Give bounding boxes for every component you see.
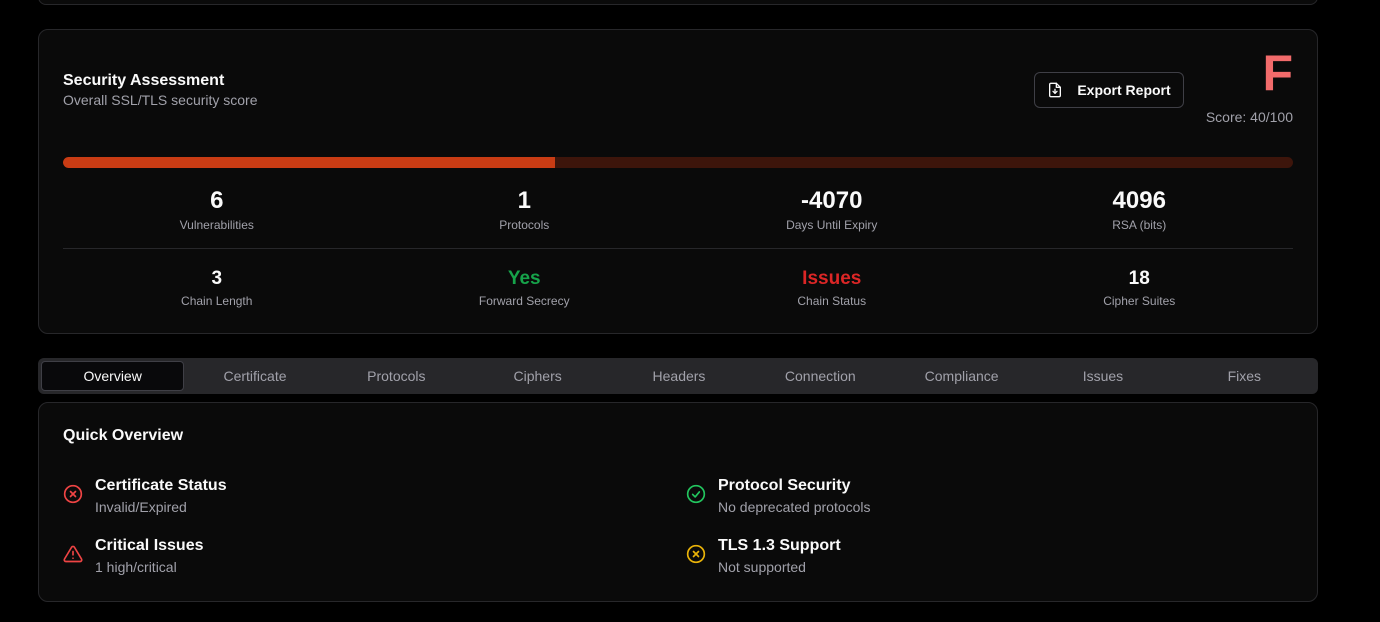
stats-divider [63, 248, 1293, 249]
stat-rsa-bits: 4096 RSA (bits) [986, 187, 1294, 232]
overview-item-critical-issues: Critical Issues 1 high/critical [63, 536, 204, 575]
overview-item-subtitle: No deprecated protocols [718, 499, 871, 515]
quick-overview-title: Quick Overview [63, 427, 184, 444]
stat-label: Protocols [499, 218, 550, 232]
assessment-title: Security Assessment [63, 72, 225, 89]
tab-bar: Overview Certificate Protocols Ciphers H… [38, 358, 1318, 394]
tab-overview[interactable]: Overview [41, 361, 185, 391]
overview-item-title: Certificate Status [95, 477, 227, 494]
tab-connection[interactable]: Connection [750, 361, 891, 391]
quick-overview-card: Quick Overview Certificate Status Invali… [38, 402, 1318, 602]
tab-headers[interactable]: Headers [608, 361, 749, 391]
tab-ciphers[interactable]: Ciphers [467, 361, 608, 391]
security-assessment-card: Security Assessment Overall SSL/TLS secu… [38, 29, 1318, 334]
tab-compliance[interactable]: Compliance [891, 361, 1032, 391]
assessment-subtitle: Overall SSL/TLS security score [63, 92, 258, 108]
stat-label: Chain Status [797, 294, 867, 308]
overview-item-subtitle: Invalid/Expired [95, 499, 187, 515]
x-circle-icon [63, 484, 83, 504]
overview-item-subtitle: 1 high/critical [95, 559, 177, 575]
stat-label: Forward Secrecy [478, 294, 570, 308]
tab-certificate[interactable]: Certificate [184, 361, 325, 391]
previous-card [38, 0, 1318, 5]
stat-label: Days Until Expiry [786, 218, 878, 232]
tab-protocols[interactable]: Protocols [326, 361, 467, 391]
score-progress-fill [63, 157, 555, 168]
check-circle-icon [686, 484, 706, 504]
score-progress-bar [63, 157, 1293, 168]
score-text: Score: 40/100 [1205, 109, 1293, 125]
stat-protocols: 1 Protocols [371, 187, 679, 232]
overview-item-title: TLS 1.3 Support [718, 537, 841, 554]
stats-row-secondary: 3 Chain Length Yes Forward Secrecy Issue… [63, 268, 1293, 308]
stat-label: Cipher Suites [1103, 294, 1176, 308]
overview-item-title: Critical Issues [95, 537, 204, 554]
stat-value: 6 [210, 187, 224, 214]
overview-item-tls13-support: TLS 1.3 Support Not supported [686, 536, 841, 575]
stat-value: 1 [517, 187, 531, 214]
stat-cipher-suites: 18 Cipher Suites [986, 268, 1294, 308]
stat-value: -4070 [801, 187, 863, 214]
export-report-button[interactable]: Export Report [1034, 72, 1184, 108]
stat-forward-secrecy: Yes Forward Secrecy [371, 268, 679, 308]
stat-label: Vulnerabilities [179, 218, 254, 232]
stat-days-until-expiry: -4070 Days Until Expiry [678, 187, 986, 232]
stat-value: Issues [802, 268, 862, 289]
overview-item-protocol-security: Protocol Security No deprecated protocol… [686, 476, 871, 515]
stat-value: 18 [1128, 268, 1150, 289]
tab-fixes[interactable]: Fixes [1174, 361, 1315, 391]
stat-value: 4096 [1112, 187, 1166, 214]
warning-triangle-icon [63, 545, 83, 563]
stat-value: Yes [507, 268, 541, 289]
stat-chain-length: 3 Chain Length [63, 268, 371, 308]
stat-chain-status: Issues Chain Status [678, 268, 986, 308]
stat-label: Chain Length [181, 294, 253, 308]
stat-vulnerabilities: 6 Vulnerabilities [63, 187, 371, 232]
tab-issues[interactable]: Issues [1032, 361, 1173, 391]
overview-item-subtitle: Not supported [718, 559, 806, 575]
overview-item-title: Protocol Security [718, 477, 851, 494]
export-report-label: Export Report [1077, 82, 1171, 98]
security-grade: F [1262, 45, 1293, 101]
stat-value: 3 [211, 268, 223, 289]
file-download-icon [1049, 82, 1062, 98]
stats-row-primary: 6 Vulnerabilities 1 Protocols -4070 Days… [63, 187, 1293, 232]
overview-item-certificate-status: Certificate Status Invalid/Expired [63, 476, 227, 515]
stat-label: RSA (bits) [1112, 218, 1167, 232]
x-circle-icon [686, 544, 706, 564]
